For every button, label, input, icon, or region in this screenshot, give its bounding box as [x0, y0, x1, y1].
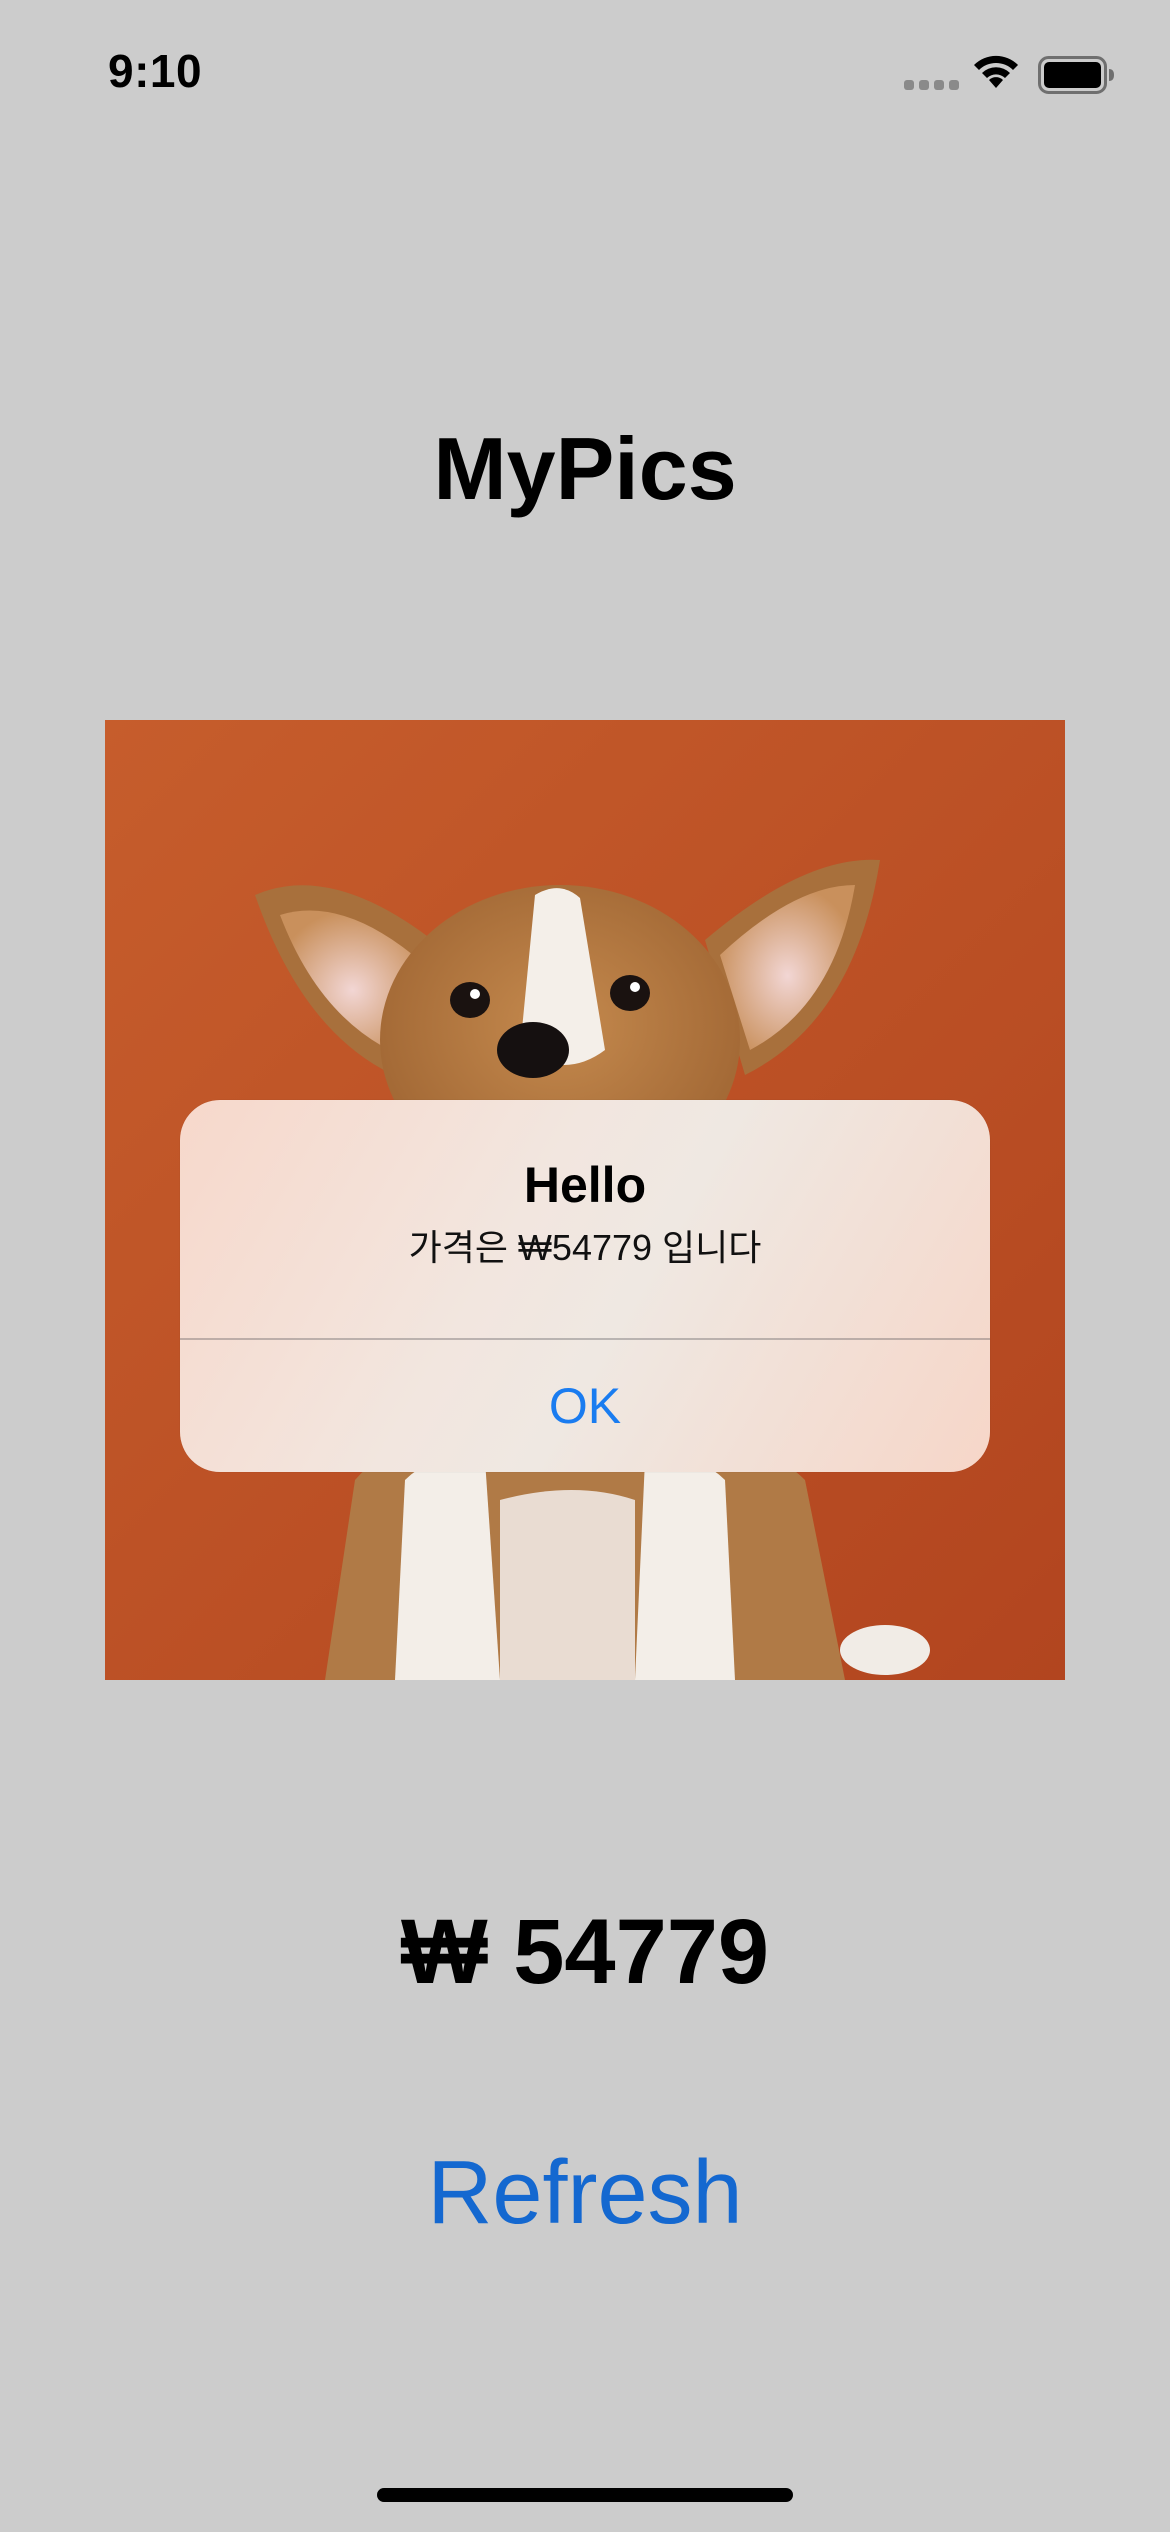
wifi-icon — [970, 50, 1022, 95]
refresh-button[interactable]: Refresh — [0, 2148, 1170, 2238]
cellular-signal-icon — [904, 80, 959, 90]
status-time: 9:10 — [108, 45, 203, 97]
home-indicator[interactable] — [377, 2488, 793, 2502]
alert-title: Hello — [523, 1157, 647, 1213]
alert-message: 가격은 ₩54779 입니다 — [408, 1227, 762, 1268]
alert-dialog: Hello 가격은 ₩54779 입니다 OK — [180, 1100, 990, 1472]
battery-icon — [1038, 56, 1116, 99]
page-title: MyPics — [433, 419, 737, 518]
price-label: ₩ 54779 — [400, 1901, 770, 2003]
alert-ok-button[interactable]: OK — [180, 1340, 990, 1472]
